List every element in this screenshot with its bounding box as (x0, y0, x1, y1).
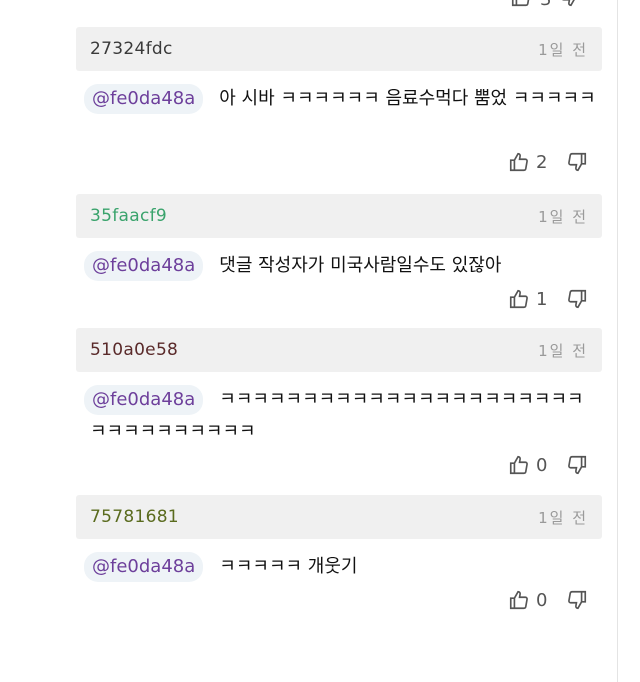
comment-time: 1일 전 (538, 207, 588, 226)
mention-tag[interactable]: @fe0da48a (84, 385, 204, 415)
comment-body: @fe0da48a 아 시바 ㅋㅋㅋㅋㅋㅋ 음료수먹다 뿜었 ㅋㅋㅋㅋㅋ (76, 71, 602, 115)
thumbs-up-icon[interactable] (508, 589, 530, 611)
mention-tag[interactable]: @fe0da48a (84, 84, 204, 114)
comment-body: @fe0da48a ㅋㅋㅋㅋㅋㅋㅋㅋㅋㅋㅋㅋㅋㅋㅋㅋㅋㅋㅋㅋㅋㅋㅋㅋㅋㅋㅋㅋㅋㅋㅋ… (76, 372, 602, 448)
comment-author[interactable]: 510a0e58 (90, 340, 178, 360)
comment-header: 75781681 1일 전 (76, 495, 602, 539)
comment-item: 75781681 1일 전 @fe0da48a ㅋㅋㅋㅋㅋ 개웃기 0 (76, 495, 602, 611)
comment-item: 35faacf9 1일 전 @fe0da48a 댓글 작성자가 미국사람일수도 있… (76, 194, 602, 310)
thumbs-down-icon[interactable] (566, 454, 588, 476)
comment-text: 아 시바 ㅋㅋㅋㅋㅋㅋ 음료수먹다 뿜었 ㅋㅋㅋㅋㅋ (219, 88, 596, 109)
comment-text: 댓글 작성자가 미국사람일수도 있잖아 (219, 255, 502, 276)
thumbs-down-icon[interactable] (559, 0, 581, 12)
comment-time: 1일 전 (538, 341, 588, 360)
thumbs-up-icon[interactable] (508, 454, 530, 476)
like-count: 0 (536, 589, 548, 611)
thumbs-down-icon[interactable] (566, 151, 588, 173)
comment-author[interactable]: 75781681 (90, 507, 179, 527)
comment-body: @fe0da48a 댓글 작성자가 미국사람일수도 있잖아 (76, 238, 602, 282)
scroll-divider (617, 0, 618, 682)
thumbs-up-icon[interactable] (510, 0, 532, 12)
vote-bar: 2 (508, 151, 588, 173)
comment-header: 27324fdc 1일 전 (76, 27, 602, 71)
comment-time: 1일 전 (538, 508, 588, 527)
like-count: 0 (536, 454, 548, 476)
comment-header: 510a0e58 1일 전 (76, 328, 602, 372)
comment-header: 35faacf9 1일 전 (76, 194, 602, 238)
comment-text: ㅋㅋㅋㅋㅋ 개웃기 (219, 556, 358, 577)
mention-tag[interactable]: @fe0da48a (84, 552, 204, 582)
thumbs-up-icon[interactable] (508, 288, 530, 310)
mention-tag[interactable]: @fe0da48a (84, 251, 204, 281)
like-count: 1 (536, 288, 548, 310)
comment-body: @fe0da48a ㅋㅋㅋㅋㅋ 개웃기 (76, 539, 602, 583)
thumbs-up-icon[interactable] (508, 151, 530, 173)
comment-author[interactable]: 35faacf9 (90, 206, 167, 226)
vote-bar: 0 (508, 589, 588, 611)
vote-bar: 0 (508, 454, 588, 476)
comment-time: 1일 전 (538, 40, 588, 59)
like-count: 3 (540, 0, 551, 10)
thumbs-down-icon[interactable] (566, 288, 588, 310)
comment-author[interactable]: 27324fdc (90, 39, 173, 59)
thumbs-down-icon[interactable] (566, 589, 588, 611)
comment-item: 27324fdc 1일 전 @fe0da48a 아 시바 ㅋㅋㅋㅋㅋㅋ 음료수먹다… (76, 27, 602, 173)
previous-comment-votes: 3 (500, 0, 600, 12)
like-count: 2 (536, 151, 548, 173)
vote-bar: 1 (508, 288, 588, 310)
comment-item: 510a0e58 1일 전 @fe0da48a ㅋㅋㅋㅋㅋㅋㅋㅋㅋㅋㅋㅋㅋㅋㅋㅋㅋ… (76, 328, 602, 476)
